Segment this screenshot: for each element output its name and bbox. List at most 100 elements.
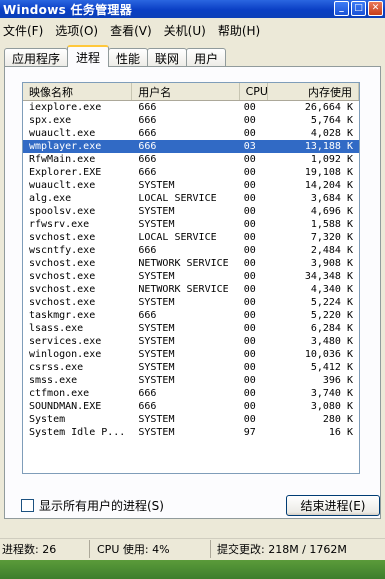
process-user: LOCAL SERVICE [138, 232, 217, 243]
process-cpu: 00 [243, 401, 256, 412]
desktop-background [0, 560, 385, 579]
table-row[interactable]: wuauclt.exe 666 00 4,028 K [23, 127, 359, 140]
process-name: csrss.exe [29, 362, 84, 373]
table-row[interactable]: svchost.exe NETWORK SERVICE 00 3,908 K [23, 257, 359, 270]
process-cpu: 00 [243, 115, 256, 126]
process-cpu: 00 [243, 323, 256, 334]
column-header-user-name[interactable]: 用户名 [132, 83, 240, 100]
process-cpu: 00 [243, 336, 256, 347]
tab-performance[interactable]: 性能 [108, 48, 149, 67]
tab-networking[interactable]: 联网 [147, 48, 188, 67]
process-cpu: 00 [243, 245, 256, 256]
table-row[interactable]: taskmgr.exe 666 00 5,220 K [23, 309, 359, 322]
process-name: spoolsv.exe [29, 206, 96, 217]
process-memory: 4,028 K [310, 128, 353, 139]
close-icon[interactable]: ✕ [368, 1, 383, 16]
process-cpu: 00 [243, 167, 256, 178]
table-row[interactable]: spx.exe 666 00 5,764 K [23, 114, 359, 127]
table-row[interactable]: svchost.exe NETWORK SERVICE 00 4,340 K [23, 283, 359, 296]
process-user: SYSTEM [138, 336, 175, 347]
table-row[interactable]: System SYSTEM 00 280 K [23, 413, 359, 426]
table-row[interactable]: lsass.exe SYSTEM 00 6,284 K [23, 322, 359, 335]
process-cpu: 00 [243, 362, 256, 373]
process-cpu: 00 [243, 128, 256, 139]
window-controls: _ □ ✕ [334, 1, 383, 16]
process-user: 666 [138, 102, 157, 113]
process-memory: 4,696 K [310, 206, 353, 217]
menu-shutdown[interactable]: 关机(U) [162, 20, 212, 41]
process-name: wmplayer.exe [29, 141, 102, 152]
process-user: 666 [138, 401, 157, 412]
process-name: RfwMain.exe [29, 154, 96, 165]
table-row[interactable]: wscntfy.exe 666 00 2,484 K [23, 244, 359, 257]
table-row[interactable]: SOUNDMAN.EXE 666 00 3,080 K [23, 400, 359, 413]
minimize-icon[interactable]: _ [334, 1, 349, 16]
column-header-image-name[interactable]: 映像名称 [23, 83, 133, 100]
process-memory: 16 K [328, 427, 353, 438]
tab-processes[interactable]: 进程 [67, 45, 110, 67]
processes-panel: 映像名称 用户名 CPU 内存使用 iexplore.exe 666 00 26,66… [4, 66, 381, 519]
table-row[interactable]: System Idle P... SYSTEM 97 16 K [23, 426, 359, 439]
table-row[interactable]: spoolsv.exe SYSTEM 00 4,696 K [23, 205, 359, 218]
process-user: SYSTEM [138, 206, 175, 217]
show-all-users-option[interactable]: 显示所有用户的进程(S) [21, 497, 164, 514]
table-row[interactable]: ctfmon.exe 666 00 3,740 K [23, 387, 359, 400]
process-cpu: 00 [243, 154, 256, 165]
process-memory: 19,108 K [304, 167, 353, 178]
status-process-count: 进程数: 26 [0, 539, 90, 558]
end-process-button[interactable]: 结束进程(E) [286, 495, 380, 516]
process-name: SOUNDMAN.EXE [29, 401, 102, 412]
process-cpu: 00 [243, 284, 256, 295]
process-name: svchost.exe [29, 284, 96, 295]
table-row[interactable]: services.exe SYSTEM 00 3,480 K [23, 335, 359, 348]
table-row[interactable]: iexplore.exe 666 00 26,664 K [23, 101, 359, 114]
table-row[interactable]: smss.exe SYSTEM 00 396 K [23, 374, 359, 387]
process-user: SYSTEM [138, 375, 175, 386]
process-memory: 14,204 K [304, 180, 353, 191]
status-bar: 进程数: 26 CPU 使用: 4% 提交更改: 218M / 1762M [0, 538, 385, 558]
process-user: 666 [138, 245, 157, 256]
title-bar[interactable]: Windows 任务管理器 _ □ ✕ [0, 0, 385, 18]
table-row[interactable]: svchost.exe SYSTEM 00 34,348 K [23, 270, 359, 283]
maximize-icon[interactable]: □ [351, 1, 366, 16]
table-row[interactable]: Explorer.EXE 666 00 19,108 K [23, 166, 359, 179]
column-header-cpu[interactable]: CPU [240, 83, 268, 100]
column-header-memory[interactable]: 内存使用 [268, 83, 359, 100]
table-row[interactable]: winlogon.exe SYSTEM 00 10,036 K [23, 348, 359, 361]
process-memory: 3,480 K [310, 336, 353, 347]
table-row[interactable]: svchost.exe SYSTEM 00 5,224 K [23, 296, 359, 309]
process-memory: 5,224 K [310, 297, 353, 308]
process-name: services.exe [29, 336, 102, 347]
process-name: lsass.exe [29, 323, 84, 334]
process-list[interactable]: 映像名称 用户名 CPU 内存使用 iexplore.exe 666 00 26,66… [22, 82, 360, 474]
show-all-users-checkbox[interactable] [21, 499, 34, 512]
process-name: winlogon.exe [29, 349, 102, 360]
process-user: 666 [138, 128, 157, 139]
table-row[interactable]: RfwMain.exe 666 00 1,092 K [23, 153, 359, 166]
tab-applications[interactable]: 应用程序 [4, 48, 69, 67]
process-user: SYSTEM [138, 362, 175, 373]
table-row[interactable]: alg.exe LOCAL SERVICE 00 3,684 K [23, 192, 359, 205]
table-row[interactable]: wuauclt.exe SYSTEM 00 14,204 K [23, 179, 359, 192]
status-cpu-usage: CPU 使用: 4% [90, 539, 211, 558]
process-user: SYSTEM [138, 219, 175, 230]
table-row[interactable]: csrss.exe SYSTEM 00 5,412 K [23, 361, 359, 374]
process-name: taskmgr.exe [29, 310, 96, 321]
table-row[interactable]: wmplayer.exe 666 03 13,188 K [23, 140, 359, 153]
menu-help[interactable]: 帮助(H) [216, 20, 266, 41]
process-user: SYSTEM [138, 297, 175, 308]
tab-users[interactable]: 用户 [186, 48, 227, 67]
process-memory: 3,080 K [310, 401, 353, 412]
process-name: spx.exe [29, 115, 72, 126]
menu-options[interactable]: 选项(O) [53, 20, 104, 41]
process-cpu: 00 [243, 310, 256, 321]
process-memory: 5,412 K [310, 362, 353, 373]
table-row[interactable]: svchost.exe LOCAL SERVICE 00 7,320 K [23, 231, 359, 244]
menu-view[interactable]: 查看(V) [108, 20, 158, 41]
menu-file[interactable]: 文件(F) [1, 20, 49, 41]
table-row[interactable]: rfwsrv.exe SYSTEM 00 1,588 K [23, 218, 359, 231]
process-memory: 396 K [322, 375, 353, 386]
process-cpu: 00 [243, 349, 256, 360]
process-name: svchost.exe [29, 258, 96, 269]
status-commit-charge: 提交更改: 218M / 1762M [217, 542, 347, 556]
